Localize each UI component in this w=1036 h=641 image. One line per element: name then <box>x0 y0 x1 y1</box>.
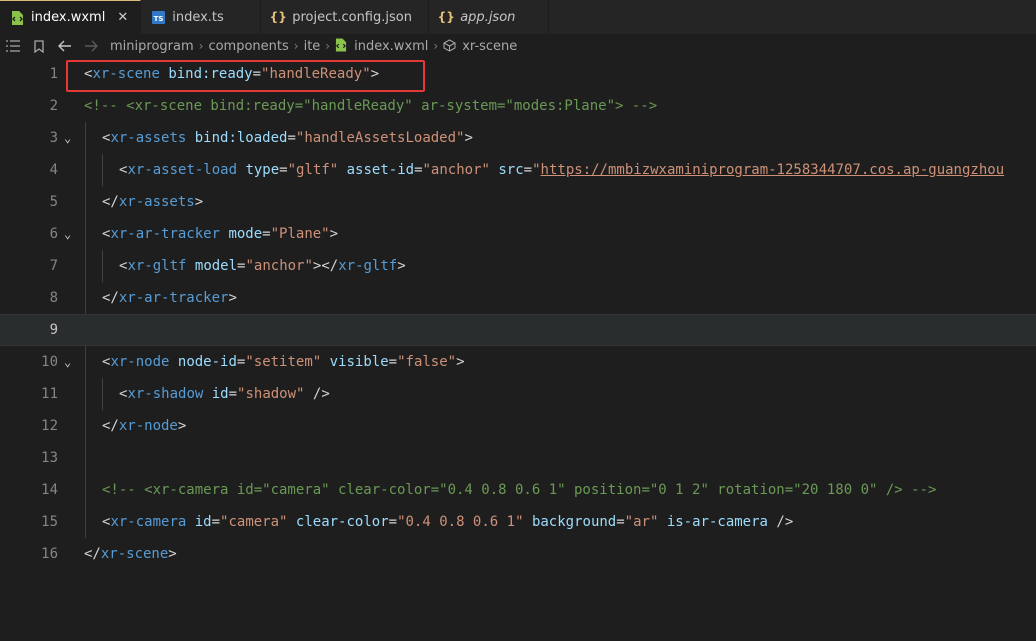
code-line: 15 <xr-camera id="camera" clear-color="0… <box>0 506 1036 538</box>
close-icon[interactable]: ✕ <box>117 10 128 25</box>
indent-guide <box>85 442 86 474</box>
chevron-right-icon: › <box>433 39 439 53</box>
code-line: 8 </xr-ar-tracker> <box>0 282 1036 314</box>
indent-guide <box>85 250 86 282</box>
chevron-down-icon[interactable]: ⌄ <box>64 355 76 369</box>
code-text: <xr-scene bind:ready="handleReady"> <box>84 66 380 82</box>
tab-index-ts[interactable]: TS index.ts <box>141 0 262 34</box>
code-text: </xr-assets> <box>102 194 204 210</box>
code-line: 7 <xr-gltf model="anchor"></xr-gltf> <box>0 250 1036 282</box>
code-text: </xr-ar-tracker> <box>102 290 237 306</box>
indent-guide <box>85 346 86 378</box>
breadcrumb: miniprogram › components › ite › index.w… <box>0 34 1036 58</box>
forward-arrow-icon[interactable] <box>78 40 104 52</box>
bookmark-icon[interactable] <box>26 39 52 53</box>
code-line: 12 </xr-node> <box>0 410 1036 442</box>
line-number: 1 <box>49 66 58 82</box>
indent-guide <box>85 122 86 154</box>
code-comment: <!-- <xr-camera id="camera" clear-color=… <box>102 482 937 498</box>
code-text: <xr-node node-id="setitem" visible="fals… <box>102 354 465 370</box>
tab-index-wxml[interactable]: index.wxml ✕ <box>0 0 142 34</box>
breadcrumb-item-file[interactable]: index.wxml <box>335 38 428 54</box>
breadcrumb-file-label: index.wxml <box>354 39 429 54</box>
chevron-right-icon: › <box>198 39 204 53</box>
indent-guide <box>85 186 86 218</box>
code-text: </xr-scene> <box>84 546 177 562</box>
line-number: 12 <box>41 418 58 434</box>
indent-guide <box>85 218 86 250</box>
code-text: </xr-node> <box>102 418 187 434</box>
breadcrumb-item-miniprogram[interactable]: miniprogram <box>110 39 194 54</box>
typescript-file-icon: TS <box>151 10 165 24</box>
code-line: 13 <box>0 442 1036 474</box>
tab-label: index.wxml <box>31 10 106 25</box>
line-number: 8 <box>49 290 58 306</box>
code-line: 14 <!-- <xr-camera id="camera" clear-col… <box>0 474 1036 506</box>
code-line: 2 <!-- <xr-scene bind:ready="handleReady… <box>0 90 1036 122</box>
indent-guide <box>85 506 86 538</box>
editor-tab-bar: index.wxml ✕ TS index.ts {} project.conf… <box>0 0 1036 34</box>
line-number: 11 <box>41 386 58 402</box>
json-file-icon: {} <box>437 10 455 24</box>
code-line: 6 ⌄ <xr-ar-tracker mode="Plane"> <box>0 218 1036 250</box>
breadcrumb-item-symbol[interactable]: xr-scene <box>443 39 517 54</box>
cube-icon <box>443 38 457 53</box>
code-line: 4 <xr-asset-load type="gltf" asset-id="a… <box>0 154 1036 186</box>
tab-app-json[interactable]: {} app.json <box>429 0 550 34</box>
line-number: 10 <box>41 354 58 370</box>
code-line: 10 ⌄ <xr-node node-id="setitem" visible=… <box>0 346 1036 378</box>
code-text: <xr-asset-load type="gltf" asset-id="anc… <box>119 162 1005 178</box>
indent-guide <box>102 378 103 410</box>
svg-text:TS: TS <box>153 15 163 23</box>
indent-guide <box>85 378 86 410</box>
breadcrumb-item-components[interactable]: components <box>208 39 288 54</box>
code-text: <xr-ar-tracker mode="Plane"> <box>102 226 339 242</box>
code-line: 16 </xr-scene> <box>0 538 1036 570</box>
line-number: 14 <box>41 482 58 498</box>
chevron-down-icon[interactable]: ⌄ <box>64 131 76 145</box>
indent-guide <box>85 282 86 314</box>
code-text: <xr-gltf model="anchor"></xr-gltf> <box>119 258 406 274</box>
chevron-right-icon: › <box>293 39 299 53</box>
line-number: 9 <box>49 322 58 338</box>
line-number: 2 <box>49 98 58 114</box>
breadcrumb-symbol-label: xr-scene <box>462 38 518 54</box>
line-number: 4 <box>49 162 58 178</box>
code-text: <xr-shadow id="shadow" /> <box>119 386 330 402</box>
code-line: 11 <xr-shadow id="shadow" /> <box>0 378 1036 410</box>
json-file-icon: {} <box>269 10 287 24</box>
indent-guide <box>85 474 86 506</box>
chevron-right-icon: › <box>325 39 331 53</box>
chevron-down-icon[interactable]: ⌄ <box>64 227 76 241</box>
tab-project-config-json[interactable]: {} project.config.json <box>261 0 430 34</box>
code-line: 3 ⌄ <xr-assets bind:loaded="handleAssets… <box>0 122 1036 154</box>
line-number: 7 <box>49 258 58 274</box>
outline-list-icon[interactable] <box>0 40 26 52</box>
code-editor[interactable]: 1 <xr-scene bind:ready="handleReady"> 2 … <box>0 58 1036 641</box>
line-number: 13 <box>41 450 58 466</box>
current-line[interactable]: 9 <box>0 314 1036 346</box>
code-line: 1 <xr-scene bind:ready="handleReady"> <box>0 58 1036 90</box>
tab-label: project.config.json <box>292 9 412 25</box>
wxml-file-icon <box>335 38 349 52</box>
back-arrow-icon[interactable] <box>52 40 78 52</box>
code-line: 5 </xr-assets> <box>0 186 1036 218</box>
line-number: 16 <box>41 546 58 562</box>
line-number: 15 <box>41 514 58 530</box>
line-number: 3 <box>49 130 58 146</box>
breadcrumb-item-ite[interactable]: ite <box>304 39 321 54</box>
indent-guide <box>85 154 86 186</box>
tab-label: app.json <box>460 9 516 25</box>
url-link[interactable]: https://mmbizwxaminiprogram-1258344707.c… <box>541 162 1005 178</box>
indent-guide <box>102 250 103 282</box>
indent-guide <box>102 154 103 186</box>
code-comment: <!-- <xr-scene bind:ready="handleReady" … <box>84 98 658 114</box>
line-number: 6 <box>49 226 58 242</box>
indent-guide <box>85 410 86 442</box>
line-number: 5 <box>49 194 58 210</box>
code-text: <xr-assets bind:loaded="handleAssetsLoad… <box>102 130 473 146</box>
tab-label: index.ts <box>172 9 224 25</box>
wxml-file-icon <box>10 10 24 25</box>
code-text: <xr-camera id="camera" clear-color="0.4 … <box>102 514 794 530</box>
